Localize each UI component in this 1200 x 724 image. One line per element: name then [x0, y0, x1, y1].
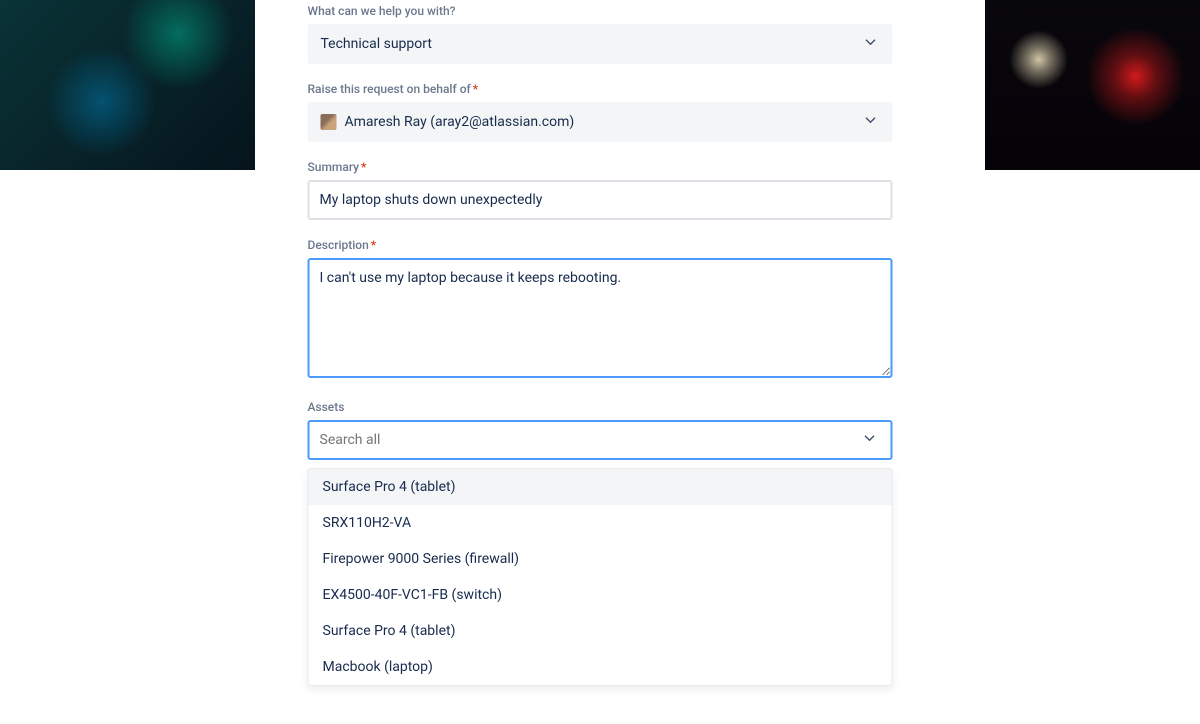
field-behalf: Raise this request on behalf of* Amaresh… — [308, 82, 893, 142]
dropdown-item[interactable]: Macbook (laptop) — [309, 649, 892, 685]
banner-right-image — [985, 0, 1200, 170]
dropdown-item[interactable]: Surface Pro 4 (tablet) — [309, 469, 892, 505]
select-behalf[interactable]: Amaresh Ray (aray2@atlassian.com) — [308, 102, 893, 142]
field-help: What can we help you with? Technical sup… — [308, 4, 893, 64]
dropdown-item[interactable]: EX4500-40F-VC1-FB (switch) — [309, 577, 892, 613]
chevron-down-icon — [862, 33, 880, 55]
input-summary[interactable] — [308, 180, 893, 220]
select-behalf-value: Amaresh Ray (aray2@atlassian.com) — [345, 114, 575, 130]
select-assets[interactable] — [308, 420, 893, 460]
label-description: Description* — [308, 238, 893, 252]
chevron-down-icon — [861, 429, 879, 451]
request-form: What can we help you with? Technical sup… — [268, 0, 933, 724]
banner-left-image — [0, 0, 255, 170]
label-help: What can we help you with? — [308, 4, 893, 18]
select-help-value: Technical support — [321, 36, 432, 52]
input-assets-search[interactable] — [320, 432, 825, 448]
field-assets: Assets Surface Pro 4 (tablet) SRX110H2-V… — [308, 400, 893, 686]
chevron-down-icon — [862, 111, 880, 133]
dropdown-item[interactable]: SRX110H2-VA — [309, 505, 892, 541]
field-summary: Summary* — [308, 160, 893, 220]
avatar — [321, 114, 337, 130]
label-summary: Summary* — [308, 160, 893, 174]
label-behalf: Raise this request on behalf of* — [308, 82, 893, 96]
dropdown-item[interactable]: Firepower 9000 Series (firewall) — [309, 541, 892, 577]
field-description: Description* — [308, 238, 893, 382]
textarea-description[interactable] — [308, 258, 893, 378]
label-assets: Assets — [308, 400, 893, 414]
select-help[interactable]: Technical support — [308, 24, 893, 64]
dropdown-assets: Surface Pro 4 (tablet) SRX110H2-VA Firep… — [308, 468, 893, 686]
dropdown-item[interactable]: Surface Pro 4 (tablet) — [309, 613, 892, 649]
